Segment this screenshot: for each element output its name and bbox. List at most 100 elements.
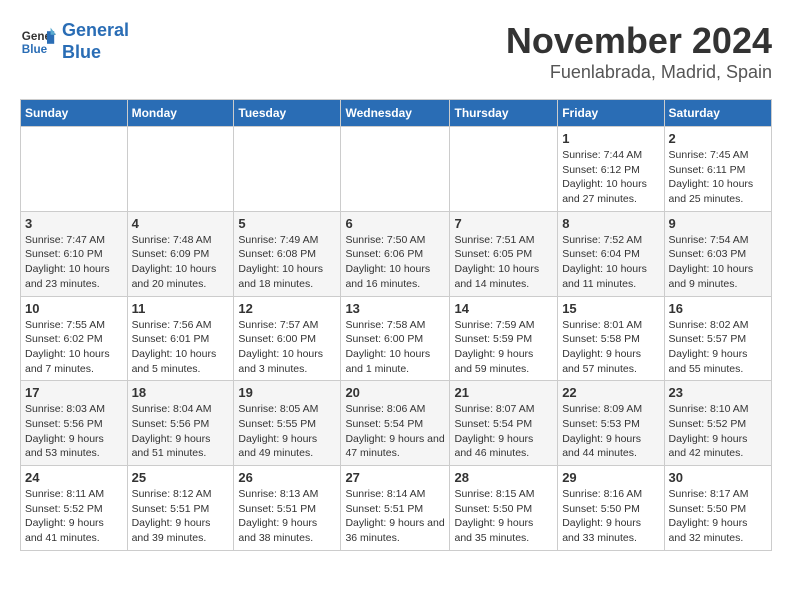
table-row: 19Sunrise: 8:05 AM Sunset: 5:55 PM Dayli… — [234, 381, 341, 466]
day-info: Sunrise: 7:49 AM Sunset: 6:08 PM Dayligh… — [238, 233, 336, 292]
day-info: Sunrise: 8:15 AM Sunset: 5:50 PM Dayligh… — [454, 487, 553, 546]
day-number: 17 — [25, 385, 123, 400]
day-info: Sunrise: 7:54 AM Sunset: 6:03 PM Dayligh… — [669, 233, 767, 292]
table-row: 20 Sunrise: 8:06 AM Sunset: 5:54 PM Dayli… — [341, 381, 450, 466]
day-info: Sunrise: 8:09 AM Sunset: 5:53 PM Dayligh… — [562, 402, 659, 461]
table-row: 14Sunrise: 7:59 AM Sunset: 5:59 PM Dayli… — [450, 296, 558, 381]
table-row: 23 Sunrise: 8:10 AM Sunset: 5:52 PM Dayli… — [664, 381, 771, 466]
day-number: 11 — [132, 301, 230, 316]
day-number: 4 — [132, 216, 230, 231]
calendar-table: Sunday Monday Tuesday Wednesday Thursday… — [20, 99, 772, 551]
table-row: 18 Sunrise: 8:04 AM Sunset: 5:56 PM Dayli… — [127, 381, 234, 466]
day-number: 25 — [132, 470, 230, 485]
day-info: Sunrise: 8:03 AM Sunset: 5:56 PM Dayligh… — [25, 402, 123, 461]
day-info: Sunrise: 7:45 AM Sunset: 6:11 PM Dayligh… — [669, 148, 767, 207]
day-info: Sunrise: 8:13 AM Sunset: 5:51 PM Dayligh… — [238, 487, 336, 546]
table-row: 12 Sunrise: 7:57 AM Sunset: 6:00 PM Dayli… — [234, 296, 341, 381]
table-row: 27 Sunrise: 8:14 AM Sunset: 5:51 PM Dayli… — [341, 466, 450, 551]
table-row — [127, 127, 234, 212]
header-friday: Friday — [558, 100, 664, 127]
day-info: Sunrise: 8:04 AM Sunset: 5:56 PM Dayligh… — [132, 402, 230, 461]
day-info: Sunrise: 7:58 AM Sunset: 6:00 PM Dayligh… — [345, 318, 445, 377]
table-row — [450, 127, 558, 212]
logo-icon: General Blue — [20, 24, 56, 60]
logo-text-line1: General — [62, 20, 129, 42]
day-number: 15 — [562, 301, 659, 316]
day-info: Sunrise: 7:47 AM Sunset: 6:10 PM Dayligh… — [25, 233, 123, 292]
table-row — [341, 127, 450, 212]
table-row: 3 Sunrise: 7:47 AM Sunset: 6:10 PM Daylig… — [21, 211, 128, 296]
day-info: Sunrise: 8:10 AM Sunset: 5:52 PM Dayligh… — [669, 402, 767, 461]
table-row: 24 Sunrise: 8:11 AM Sunset: 5:52 PM Dayli… — [21, 466, 128, 551]
table-row: 8 Sunrise: 7:52 AM Sunset: 6:04 PM Daylig… — [558, 211, 664, 296]
day-number: 7 — [454, 216, 553, 231]
calendar-week-row: 1Sunrise: 7:44 AM Sunset: 6:12 PM Daylig… — [21, 127, 772, 212]
day-info: Sunrise: 8:14 AM Sunset: 5:51 PM Dayligh… — [345, 487, 445, 546]
table-row: 6Sunrise: 7:50 AM Sunset: 6:06 PM Daylig… — [341, 211, 450, 296]
table-row: 2Sunrise: 7:45 AM Sunset: 6:11 PM Daylig… — [664, 127, 771, 212]
day-number: 18 — [132, 385, 230, 400]
table-row: 7 Sunrise: 7:51 AM Sunset: 6:05 PM Daylig… — [450, 211, 558, 296]
month-title: November 2024 — [506, 20, 772, 62]
day-number: 13 — [345, 301, 445, 316]
day-info: Sunrise: 7:48 AM Sunset: 6:09 PM Dayligh… — [132, 233, 230, 292]
day-info: Sunrise: 8:07 AM Sunset: 5:54 PM Dayligh… — [454, 402, 553, 461]
table-row: 1Sunrise: 7:44 AM Sunset: 6:12 PM Daylig… — [558, 127, 664, 212]
day-number: 8 — [562, 216, 659, 231]
day-number: 30 — [669, 470, 767, 485]
day-info: Sunrise: 7:57 AM Sunset: 6:00 PM Dayligh… — [238, 318, 336, 377]
title-block: November 2024 Fuenlabrada, Madrid, Spain — [506, 20, 772, 83]
table-row: 25 Sunrise: 8:12 AM Sunset: 5:51 PM Dayli… — [127, 466, 234, 551]
table-row: 17 Sunrise: 8:03 AM Sunset: 5:56 PM Dayli… — [21, 381, 128, 466]
calendar-week-row: 17 Sunrise: 8:03 AM Sunset: 5:56 PM Dayli… — [21, 381, 772, 466]
day-number: 27 — [345, 470, 445, 485]
weekday-header-row: Sunday Monday Tuesday Wednesday Thursday… — [21, 100, 772, 127]
day-number: 12 — [238, 301, 336, 316]
table-row — [234, 127, 341, 212]
logo-text-line2: Blue — [62, 42, 129, 64]
day-number: 23 — [669, 385, 767, 400]
day-number: 22 — [562, 385, 659, 400]
day-info: Sunrise: 7:55 AM Sunset: 6:02 PM Dayligh… — [25, 318, 123, 377]
page-header: General Blue General Blue November 2024 … — [20, 20, 772, 83]
day-info: Sunrise: 8:11 AM Sunset: 5:52 PM Dayligh… — [25, 487, 123, 546]
day-number: 29 — [562, 470, 659, 485]
day-info: Sunrise: 8:01 AM Sunset: 5:58 PM Dayligh… — [562, 318, 659, 377]
header-tuesday: Tuesday — [234, 100, 341, 127]
table-row: 13 Sunrise: 7:58 AM Sunset: 6:00 PM Dayli… — [341, 296, 450, 381]
logo: General Blue General Blue — [20, 20, 129, 63]
table-row: 15 Sunrise: 8:01 AM Sunset: 5:58 PM Dayli… — [558, 296, 664, 381]
day-info: Sunrise: 8:05 AM Sunset: 5:55 PM Dayligh… — [238, 402, 336, 461]
header-sunday: Sunday — [21, 100, 128, 127]
day-number: 3 — [25, 216, 123, 231]
day-info: Sunrise: 8:06 AM Sunset: 5:54 PM Dayligh… — [345, 402, 445, 461]
day-number: 1 — [562, 131, 659, 146]
day-number: 20 — [345, 385, 445, 400]
day-number: 16 — [669, 301, 767, 316]
day-info: Sunrise: 8:16 AM Sunset: 5:50 PM Dayligh… — [562, 487, 659, 546]
svg-text:Blue: Blue — [22, 42, 48, 55]
day-number: 5 — [238, 216, 336, 231]
day-info: Sunrise: 7:52 AM Sunset: 6:04 PM Dayligh… — [562, 233, 659, 292]
day-info: Sunrise: 8:02 AM Sunset: 5:57 PM Dayligh… — [669, 318, 767, 377]
day-info: Sunrise: 7:51 AM Sunset: 6:05 PM Dayligh… — [454, 233, 553, 292]
header-monday: Monday — [127, 100, 234, 127]
table-row: 22 Sunrise: 8:09 AM Sunset: 5:53 PM Dayli… — [558, 381, 664, 466]
table-row: 10 Sunrise: 7:55 AM Sunset: 6:02 PM Dayli… — [21, 296, 128, 381]
day-info: Sunrise: 7:59 AM Sunset: 5:59 PM Dayligh… — [454, 318, 553, 377]
day-info: Sunrise: 8:12 AM Sunset: 5:51 PM Dayligh… — [132, 487, 230, 546]
table-row: 26 Sunrise: 8:13 AM Sunset: 5:51 PM Dayli… — [234, 466, 341, 551]
day-number: 26 — [238, 470, 336, 485]
location-title: Fuenlabrada, Madrid, Spain — [506, 62, 772, 83]
table-row: 21 Sunrise: 8:07 AM Sunset: 5:54 PM Dayli… — [450, 381, 558, 466]
table-row: 30Sunrise: 8:17 AM Sunset: 5:50 PM Dayli… — [664, 466, 771, 551]
day-number: 9 — [669, 216, 767, 231]
table-row: 5 Sunrise: 7:49 AM Sunset: 6:08 PM Daylig… — [234, 211, 341, 296]
table-row: 9 Sunrise: 7:54 AM Sunset: 6:03 PM Daylig… — [664, 211, 771, 296]
day-number: 21 — [454, 385, 553, 400]
table-row: 28Sunrise: 8:15 AM Sunset: 5:50 PM Dayli… — [450, 466, 558, 551]
calendar-week-row: 3 Sunrise: 7:47 AM Sunset: 6:10 PM Daylig… — [21, 211, 772, 296]
day-info: Sunrise: 7:50 AM Sunset: 6:06 PM Dayligh… — [345, 233, 445, 292]
day-number: 24 — [25, 470, 123, 485]
day-number: 10 — [25, 301, 123, 316]
